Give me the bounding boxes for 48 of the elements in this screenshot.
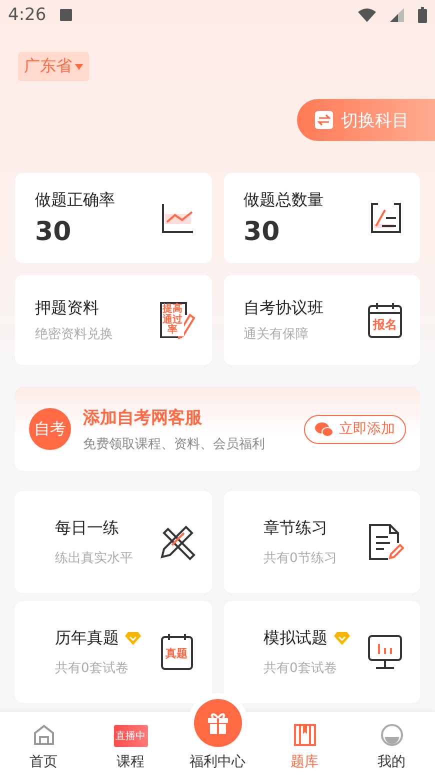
banner-title: 添加自考网客服 bbox=[83, 406, 203, 428]
practice-subtitle: 共有0套试卷 bbox=[55, 660, 130, 676]
stat-title: 做题正确率 bbox=[35, 190, 115, 210]
feature-title: 自考协议班 bbox=[244, 298, 324, 318]
pencil-ruler-icon bbox=[158, 523, 196, 561]
document-pencil-icon bbox=[366, 523, 404, 561]
feature-card[interactable]: 押题资料 绝密资料兑换 提高通过率 bbox=[15, 275, 212, 365]
practice-title: 章节练习 bbox=[264, 518, 328, 538]
practice-subtitle: 共有0节练习 bbox=[264, 550, 337, 566]
feature-subtitle: 通关有保障 bbox=[244, 326, 310, 342]
stat-value: 30 bbox=[35, 216, 72, 246]
diamond-icon bbox=[125, 632, 141, 644]
nav-tab[interactable]: 首页 bbox=[0, 712, 87, 775]
stat-value: 30 bbox=[244, 216, 281, 246]
status-time: 4:26 bbox=[8, 5, 46, 25]
practice-subtitle: 共有0套试卷 bbox=[264, 660, 338, 676]
wifi-icon bbox=[358, 8, 376, 22]
battery-icon bbox=[418, 7, 427, 23]
feature-title: 押题资料 bbox=[35, 298, 100, 318]
practice-title: 模拟试题 bbox=[264, 628, 328, 648]
practice-card[interactable]: 历年真题 共有0套试卷 真题 bbox=[15, 601, 212, 703]
chat-icon bbox=[315, 422, 333, 436]
clipboard-icon bbox=[368, 200, 404, 236]
banner-subtitle: 免费领取课程、资料、会员福利 bbox=[83, 436, 265, 452]
practice-card[interactable]: 章节练习 共有0节练习 bbox=[224, 491, 420, 593]
stat-title: 做题总数量 bbox=[244, 190, 324, 210]
practice-title: 每日一练 bbox=[55, 518, 119, 538]
user-avatar-icon bbox=[380, 723, 404, 747]
practice-card[interactable]: 每日一练 练出真实水平 bbox=[15, 491, 212, 593]
stat-card[interactable]: 做题正确率 30 bbox=[15, 173, 212, 263]
caret-icon bbox=[75, 64, 83, 70]
practice-subtitle: 练出真实水平 bbox=[55, 550, 133, 566]
monitor-chart-icon bbox=[366, 633, 404, 671]
swap-icon bbox=[315, 111, 333, 129]
practice-card[interactable]: 模拟试题 共有0套试卷 bbox=[224, 601, 420, 703]
feature-card[interactable]: 自考协议班 通关有保障 报名 bbox=[224, 275, 420, 365]
stat-card[interactable]: 做题总数量 30 bbox=[224, 173, 420, 263]
book-icon bbox=[292, 723, 316, 747]
diamond-icon bbox=[334, 632, 350, 644]
practice-title: 历年真题 bbox=[55, 628, 119, 648]
keyboard-icon bbox=[60, 9, 72, 21]
nav-tab[interactable]: 直播中 课程 bbox=[87, 712, 174, 775]
nav-tab[interactable]: 我的 bbox=[348, 712, 435, 775]
live-tag: 直播中 bbox=[114, 725, 148, 747]
logo-badge: 自考 bbox=[29, 408, 71, 450]
home-icon bbox=[32, 723, 56, 747]
feature-subtitle: 绝密资料兑换 bbox=[35, 326, 113, 342]
signal-icon bbox=[390, 8, 404, 22]
